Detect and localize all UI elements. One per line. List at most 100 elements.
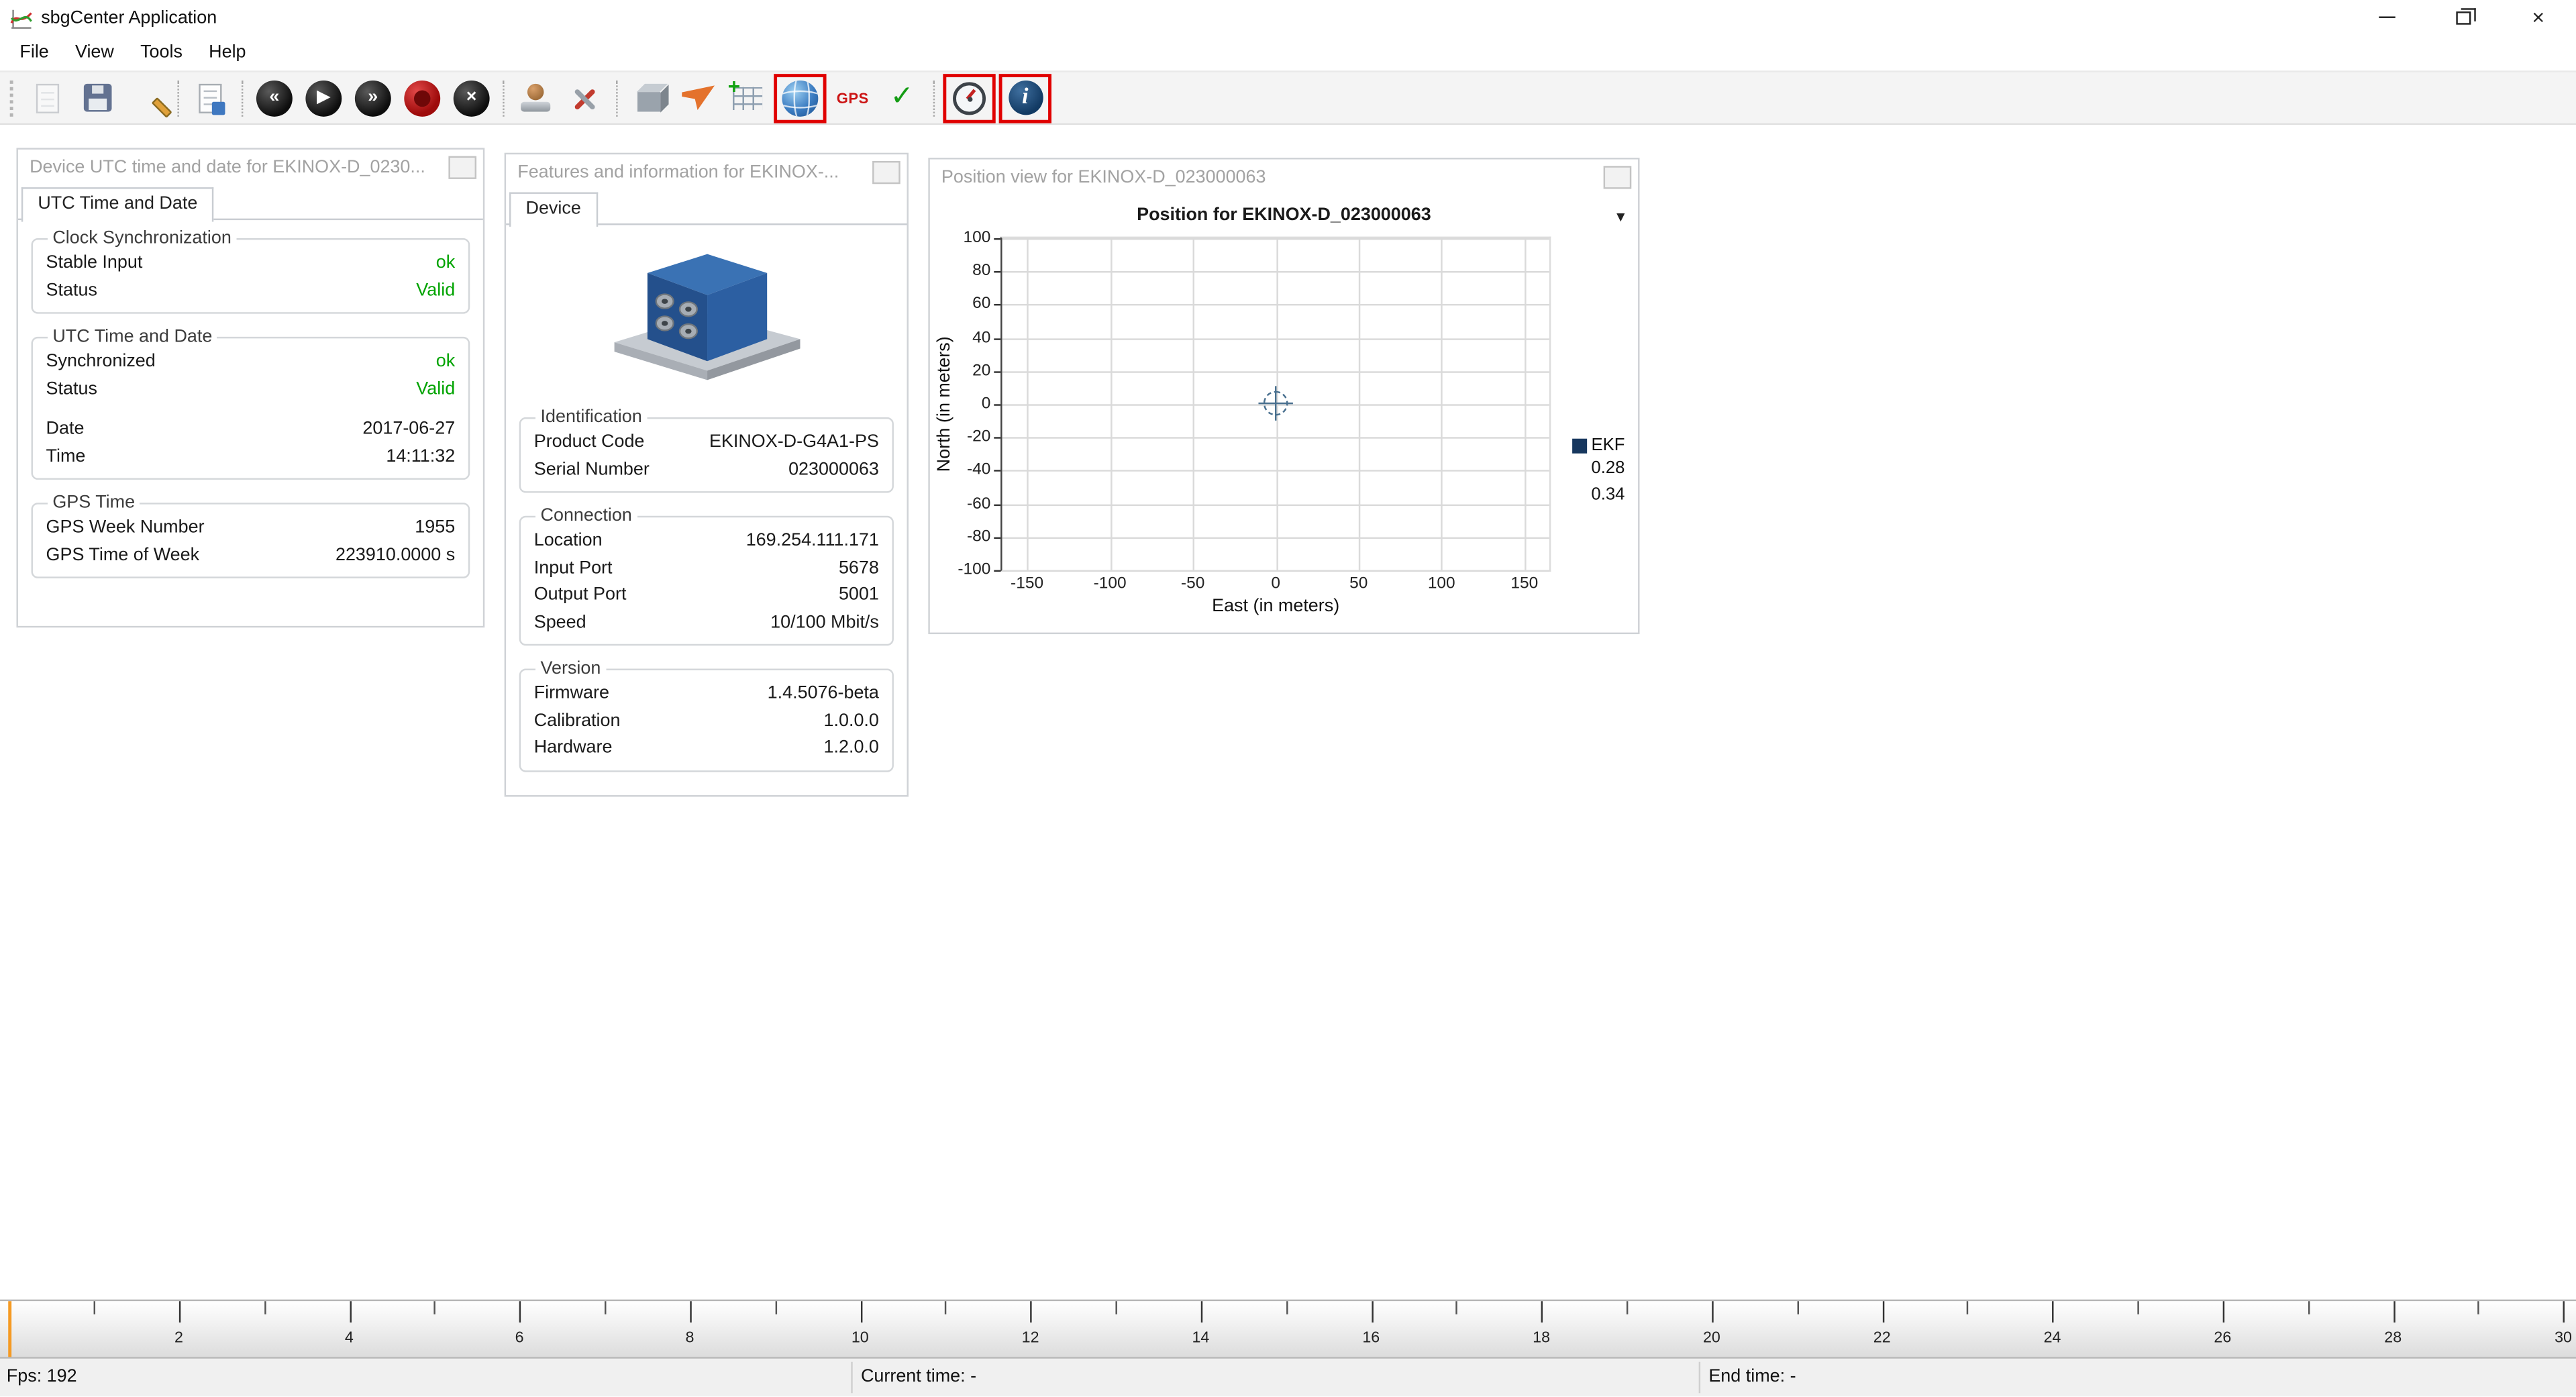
grid-line (1002, 305, 1549, 306)
map-view-button[interactable] (776, 74, 825, 121)
tab-device[interactable]: Device (509, 192, 597, 226)
window-controls: × (2349, 0, 2576, 34)
save-button[interactable] (72, 74, 121, 121)
export-log-button[interactable] (186, 74, 235, 121)
timeline-minor-tick (2137, 1302, 2139, 1315)
panel-menu-button[interactable] (872, 161, 900, 184)
grid-line (1002, 271, 1549, 272)
menu-view[interactable]: View (62, 38, 127, 67)
grid-line (1002, 504, 1549, 505)
highlight-box: i (1000, 74, 1049, 121)
timeline-scrubber[interactable]: 24681012141618202224262830 (0, 1300, 2576, 1359)
timeline-minor-tick (2308, 1302, 2309, 1315)
y-tick-label: -20 (967, 428, 990, 446)
window-title: sbgCenter Application (41, 7, 217, 27)
toolbar-slot (23, 74, 72, 121)
timeline-tick-label: 4 (345, 1330, 354, 1348)
skip-to-start-icon: « (256, 80, 293, 116)
close-icon: × (2532, 7, 2544, 28)
timeline-minor-tick (264, 1302, 265, 1315)
attitude-view-button[interactable] (674, 74, 723, 121)
position-marker (1263, 391, 1288, 416)
field-label: Synchronized (46, 348, 156, 375)
clock-view-button[interactable] (945, 74, 994, 121)
field-label: Output Port (534, 582, 627, 609)
y-tick-mark (994, 537, 1000, 538)
chart-legend: EKF 0.280.34 (1572, 435, 1625, 508)
timeline-minor-tick (775, 1302, 776, 1315)
tab-utc-time-and-date[interactable]: UTC Time and Date (21, 187, 214, 221)
information-view-icon: i (1008, 81, 1042, 115)
timeline-playhead[interactable] (9, 1302, 12, 1357)
toolbar-slot: GPS (828, 74, 877, 121)
current-time: Current time: - (861, 1367, 976, 1387)
attitude-view-icon (682, 85, 715, 110)
device-configuration-button[interactable] (511, 74, 560, 121)
close-button[interactable]: × (2500, 0, 2576, 34)
gps-view-button[interactable]: GPS (828, 74, 877, 121)
timeline-major-tick (1541, 1302, 1543, 1323)
field-row: Synchronizedok (46, 348, 456, 375)
y-axis-label: North (in meters) (935, 336, 954, 472)
timeline-tick-label: 22 (1873, 1330, 1891, 1348)
status-view-button[interactable]: ✓ (877, 74, 926, 121)
plot-area: North (in meters) East (in meters) -150-… (1000, 237, 1551, 572)
field-label: Firmware (534, 680, 609, 707)
group-identification: IdentificationProduct CodeEKINOX-D-G4A1-… (519, 407, 894, 493)
skip-to-start-button[interactable]: « (250, 74, 299, 121)
timeline-minor-tick (1627, 1302, 1628, 1315)
panel-menu-button[interactable] (448, 156, 476, 179)
y-tick-mark (994, 305, 1000, 306)
settings-tools-button[interactable] (560, 74, 609, 121)
timeline-minor-tick (1456, 1302, 1457, 1315)
panel-menu-button[interactable] (1604, 166, 1632, 189)
field-label: Speed (534, 609, 586, 635)
menu-help[interactable]: Help (196, 38, 260, 67)
field-row: Product CodeEKINOX-D-G4A1-PS (534, 429, 879, 456)
group-title: Identification (535, 407, 647, 427)
plots-view-button[interactable] (723, 74, 772, 121)
field-value: Valid (416, 375, 455, 402)
x-tick-label: -50 (1181, 575, 1204, 593)
statusbar-divider (851, 1363, 852, 1394)
y-tick-mark (994, 504, 1000, 505)
timeline-major-tick (690, 1302, 691, 1323)
grid-line (1002, 470, 1549, 472)
timeline-major-tick (2393, 1302, 2394, 1323)
timeline-major-tick (860, 1302, 862, 1323)
menu-tools[interactable]: Tools (127, 38, 195, 67)
3d-view-button[interactable] (624, 74, 673, 121)
y-tick-label: 40 (972, 329, 990, 347)
field-label: Product Code (534, 429, 645, 456)
field-value: 1.0.0.0 (824, 707, 879, 734)
field-label: Hardware (534, 734, 613, 761)
information-view-button[interactable]: i (1000, 74, 1049, 121)
record-button[interactable] (398, 74, 447, 121)
stop-button[interactable]: × (447, 74, 496, 121)
save-icon (83, 84, 111, 112)
menu-file[interactable]: File (7, 38, 62, 67)
play-button[interactable]: ▶ (299, 74, 348, 121)
chart-options-dropdown[interactable]: ▾ (1616, 209, 1625, 227)
timeline-minor-tick (1116, 1302, 1117, 1315)
group-connection: ConnectionLocation169.254.111.171Input P… (519, 506, 894, 645)
minimize-button[interactable] (2349, 0, 2425, 34)
status-bar: Fps: 192 Current time: - End time: - (0, 1359, 2576, 1397)
timeline-minor-tick (945, 1302, 947, 1315)
field-value: 1955 (415, 514, 455, 541)
toolbar-separator (933, 80, 935, 116)
skip-to-end-button[interactable]: » (348, 74, 397, 121)
toolbar-slot (723, 74, 772, 121)
restore-button[interactable] (2425, 0, 2501, 34)
x-tick-label: 50 (1349, 575, 1368, 593)
group-title: GPS Time (48, 493, 140, 513)
new-document-button[interactable] (23, 74, 72, 121)
export-log-icon (199, 83, 221, 113)
features-groups: IdentificationProduct CodeEKINOX-D-G4A1-… (506, 407, 907, 771)
x-tick-label: 150 (1510, 575, 1538, 593)
x-tick-label: 0 (1271, 575, 1280, 593)
y-tick-label: -60 (967, 495, 990, 513)
save-as-button[interactable] (121, 74, 170, 121)
legend-label: EKF (1591, 435, 1625, 455)
field-value: 5678 (839, 554, 879, 581)
